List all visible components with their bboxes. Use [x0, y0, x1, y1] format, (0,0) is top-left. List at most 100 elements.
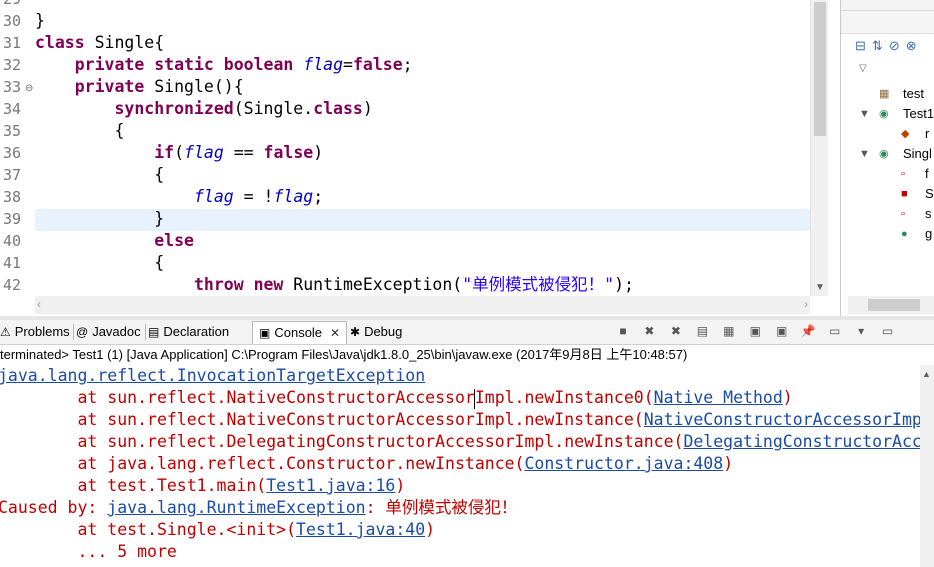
- scroll-down-icon[interactable]: ▼: [815, 282, 825, 293]
- remove-all-terminated-icon[interactable]: ✖: [667, 322, 685, 340]
- tab-label: Problems: [14, 324, 70, 339]
- console-line: java.lang.reflect.InvocationTargetExcept…: [0, 365, 425, 387]
- code-line[interactable]: }: [35, 10, 45, 32]
- code-token: Single{: [84, 33, 165, 52]
- code-line[interactable]: if(flag == false): [35, 142, 323, 164]
- outline-horizontal-scrollbar[interactable]: [848, 296, 934, 314]
- tab-separator: [145, 324, 146, 340]
- scroll-left-icon[interactable]: ‹: [37, 297, 41, 311]
- console-toolbar: ■ ✖ ✖ ▤ ▦ ▣ ▣ 📌 ▭ ▾ ▭: [614, 322, 901, 342]
- outline-scroll-thumb[interactable]: [868, 299, 920, 311]
- code-token: ;: [402, 55, 413, 74]
- string-token: "单例模式被侵犯！": [462, 275, 615, 294]
- console-output[interactable]: java.lang.reflect.InvocationTargetExcept…: [0, 365, 920, 567]
- hide-static-icon[interactable]: ⊗: [906, 38, 923, 53]
- code-token: }: [35, 209, 165, 228]
- tab-console[interactable]: ▣ Console ✕: [252, 321, 348, 344]
- code-line[interactable]: {: [35, 252, 164, 274]
- keyword-token: synchronized: [114, 99, 234, 118]
- show-on-stdout-icon[interactable]: ▣: [746, 322, 764, 340]
- line-number: 40: [3, 232, 22, 250]
- tab-problems[interactable]: ⚠ Problems: [0, 321, 70, 343]
- tab-javadoc[interactable]: @ Javadoc: [76, 321, 141, 343]
- console-line: at sun.reflect.NativeConstructorAccessor…: [0, 387, 792, 409]
- outline-item-label: test: [903, 86, 924, 101]
- code-line[interactable]: {: [35, 120, 124, 142]
- remove-launch-icon[interactable]: ✖: [640, 322, 658, 340]
- show-on-stderr-icon[interactable]: ▣: [773, 322, 791, 340]
- expand-toggle-icon[interactable]: ▼: [859, 104, 870, 124]
- editor-vertical-scrollbar[interactable]: ▼: [810, 0, 828, 296]
- console-line: Caused by: java.lang.RuntimeException: 单…: [0, 497, 517, 519]
- console-text: at sun.reflect.NativeConstructorAccessor…: [0, 410, 644, 429]
- outline-item-label: s: [925, 206, 932, 221]
- expand-toggle-icon[interactable]: ▼: [859, 144, 870, 164]
- class-icon: ◉: [879, 148, 889, 160]
- tab-declaration[interactable]: ▤ Declaration: [148, 321, 229, 343]
- keyword-token: static: [154, 55, 214, 74]
- editor-horizontal-scrollbar[interactable]: ‹ ›: [35, 296, 810, 314]
- code-line[interactable]: {: [35, 164, 164, 186]
- terminate-icon[interactable]: ■: [614, 322, 632, 340]
- hide-fields-icon[interactable]: ⊘: [889, 38, 906, 53]
- field-token: flag: [273, 187, 314, 206]
- line-number: 32: [3, 56, 22, 74]
- code-line[interactable]: private static boolean flag=false;: [35, 54, 413, 76]
- stack-trace-link[interactable]: java.lang.RuntimeException: [107, 498, 365, 517]
- pin-console-icon[interactable]: 📌: [799, 322, 817, 340]
- stack-trace-link[interactable]: DelegatingConstructorAcc: [683, 432, 920, 451]
- code-token: = !: [233, 187, 274, 206]
- stack-trace-link[interactable]: NativeConstructorAccessorImp: [644, 410, 920, 429]
- console-text: ): [723, 454, 734, 473]
- code-line[interactable]: flag = !flag;: [35, 186, 323, 208]
- code-line[interactable]: private Single(){: [35, 76, 244, 98]
- code-line[interactable]: class Single{: [35, 32, 164, 54]
- scroll-up-icon[interactable]: ▲: [922, 369, 931, 379]
- code-editor[interactable]: 29 30 31 32 33 34 35 36 37 38 39 40 41 42 } class Sing…: [0, 0, 828, 316]
- code-line[interactable]: else: [35, 230, 194, 252]
- display-console-icon[interactable]: ▭: [826, 322, 844, 340]
- open-console-icon[interactable]: ▾: [852, 322, 870, 340]
- outline-item-label: S: [925, 186, 934, 201]
- stack-trace-link[interactable]: java.lang.reflect.InvocationTargetExcept…: [0, 366, 425, 385]
- code-token: =: [343, 55, 353, 74]
- console-line: at test.Test1.main(Test1.java:16): [0, 475, 405, 497]
- line-number: 34: [3, 100, 22, 118]
- close-icon[interactable]: ✕: [330, 326, 340, 340]
- minimize-icon[interactable]: ▭: [879, 322, 897, 340]
- console-vertical-scrollbar[interactable]: ▲: [920, 365, 934, 567]
- scroll-thumb[interactable]: [814, 2, 826, 136]
- field-token: flag: [184, 143, 224, 162]
- code-token: ;: [313, 187, 324, 206]
- outline-item-label: Singl: [903, 146, 932, 161]
- fold-toggle-icon[interactable]: ⊖: [25, 83, 33, 94]
- clear-console-icon[interactable]: ▤: [693, 322, 711, 340]
- code-token: {: [35, 165, 165, 184]
- stack-trace-link[interactable]: Constructor.java:408: [525, 454, 724, 473]
- tab-label: Declaration: [163, 324, 230, 339]
- stack-trace-link[interactable]: Native Method: [654, 388, 783, 407]
- outline-tabstrip: [841, 11, 934, 34]
- code-token: {: [35, 121, 125, 140]
- scroll-lock-icon[interactable]: ▦: [720, 322, 738, 340]
- sort-icon[interactable]: ⇅: [872, 38, 889, 53]
- stack-trace-link[interactable]: Test1.java:16: [266, 476, 395, 495]
- collapse-all-icon[interactable]: ⊟: [855, 38, 872, 53]
- code-line[interactable]: synchronized(Single.class): [35, 98, 372, 120]
- declaration-icon: ▤: [148, 325, 160, 339]
- view-menu-icon[interactable]: ▽: [859, 63, 867, 74]
- tab-label: Console: [274, 325, 323, 340]
- stack-trace-link[interactable]: Test1.java:40: [296, 520, 425, 539]
- console-line: at java.lang.reflect.Constructor.newInst…: [0, 453, 733, 475]
- code-token: RuntimeException(: [283, 275, 463, 294]
- console-text: ... 5 more: [0, 542, 177, 561]
- code-line[interactable]: throw new RuntimeException("单例模式被侵犯！");: [35, 274, 634, 296]
- console-icon: ▣: [259, 326, 271, 340]
- javadoc-icon: @: [76, 325, 89, 339]
- tab-debug[interactable]: ✱ Debug: [350, 321, 402, 343]
- tab-separator: [73, 324, 74, 340]
- scroll-right-icon[interactable]: ›: [804, 297, 808, 311]
- code-line[interactable]: }: [35, 208, 164, 230]
